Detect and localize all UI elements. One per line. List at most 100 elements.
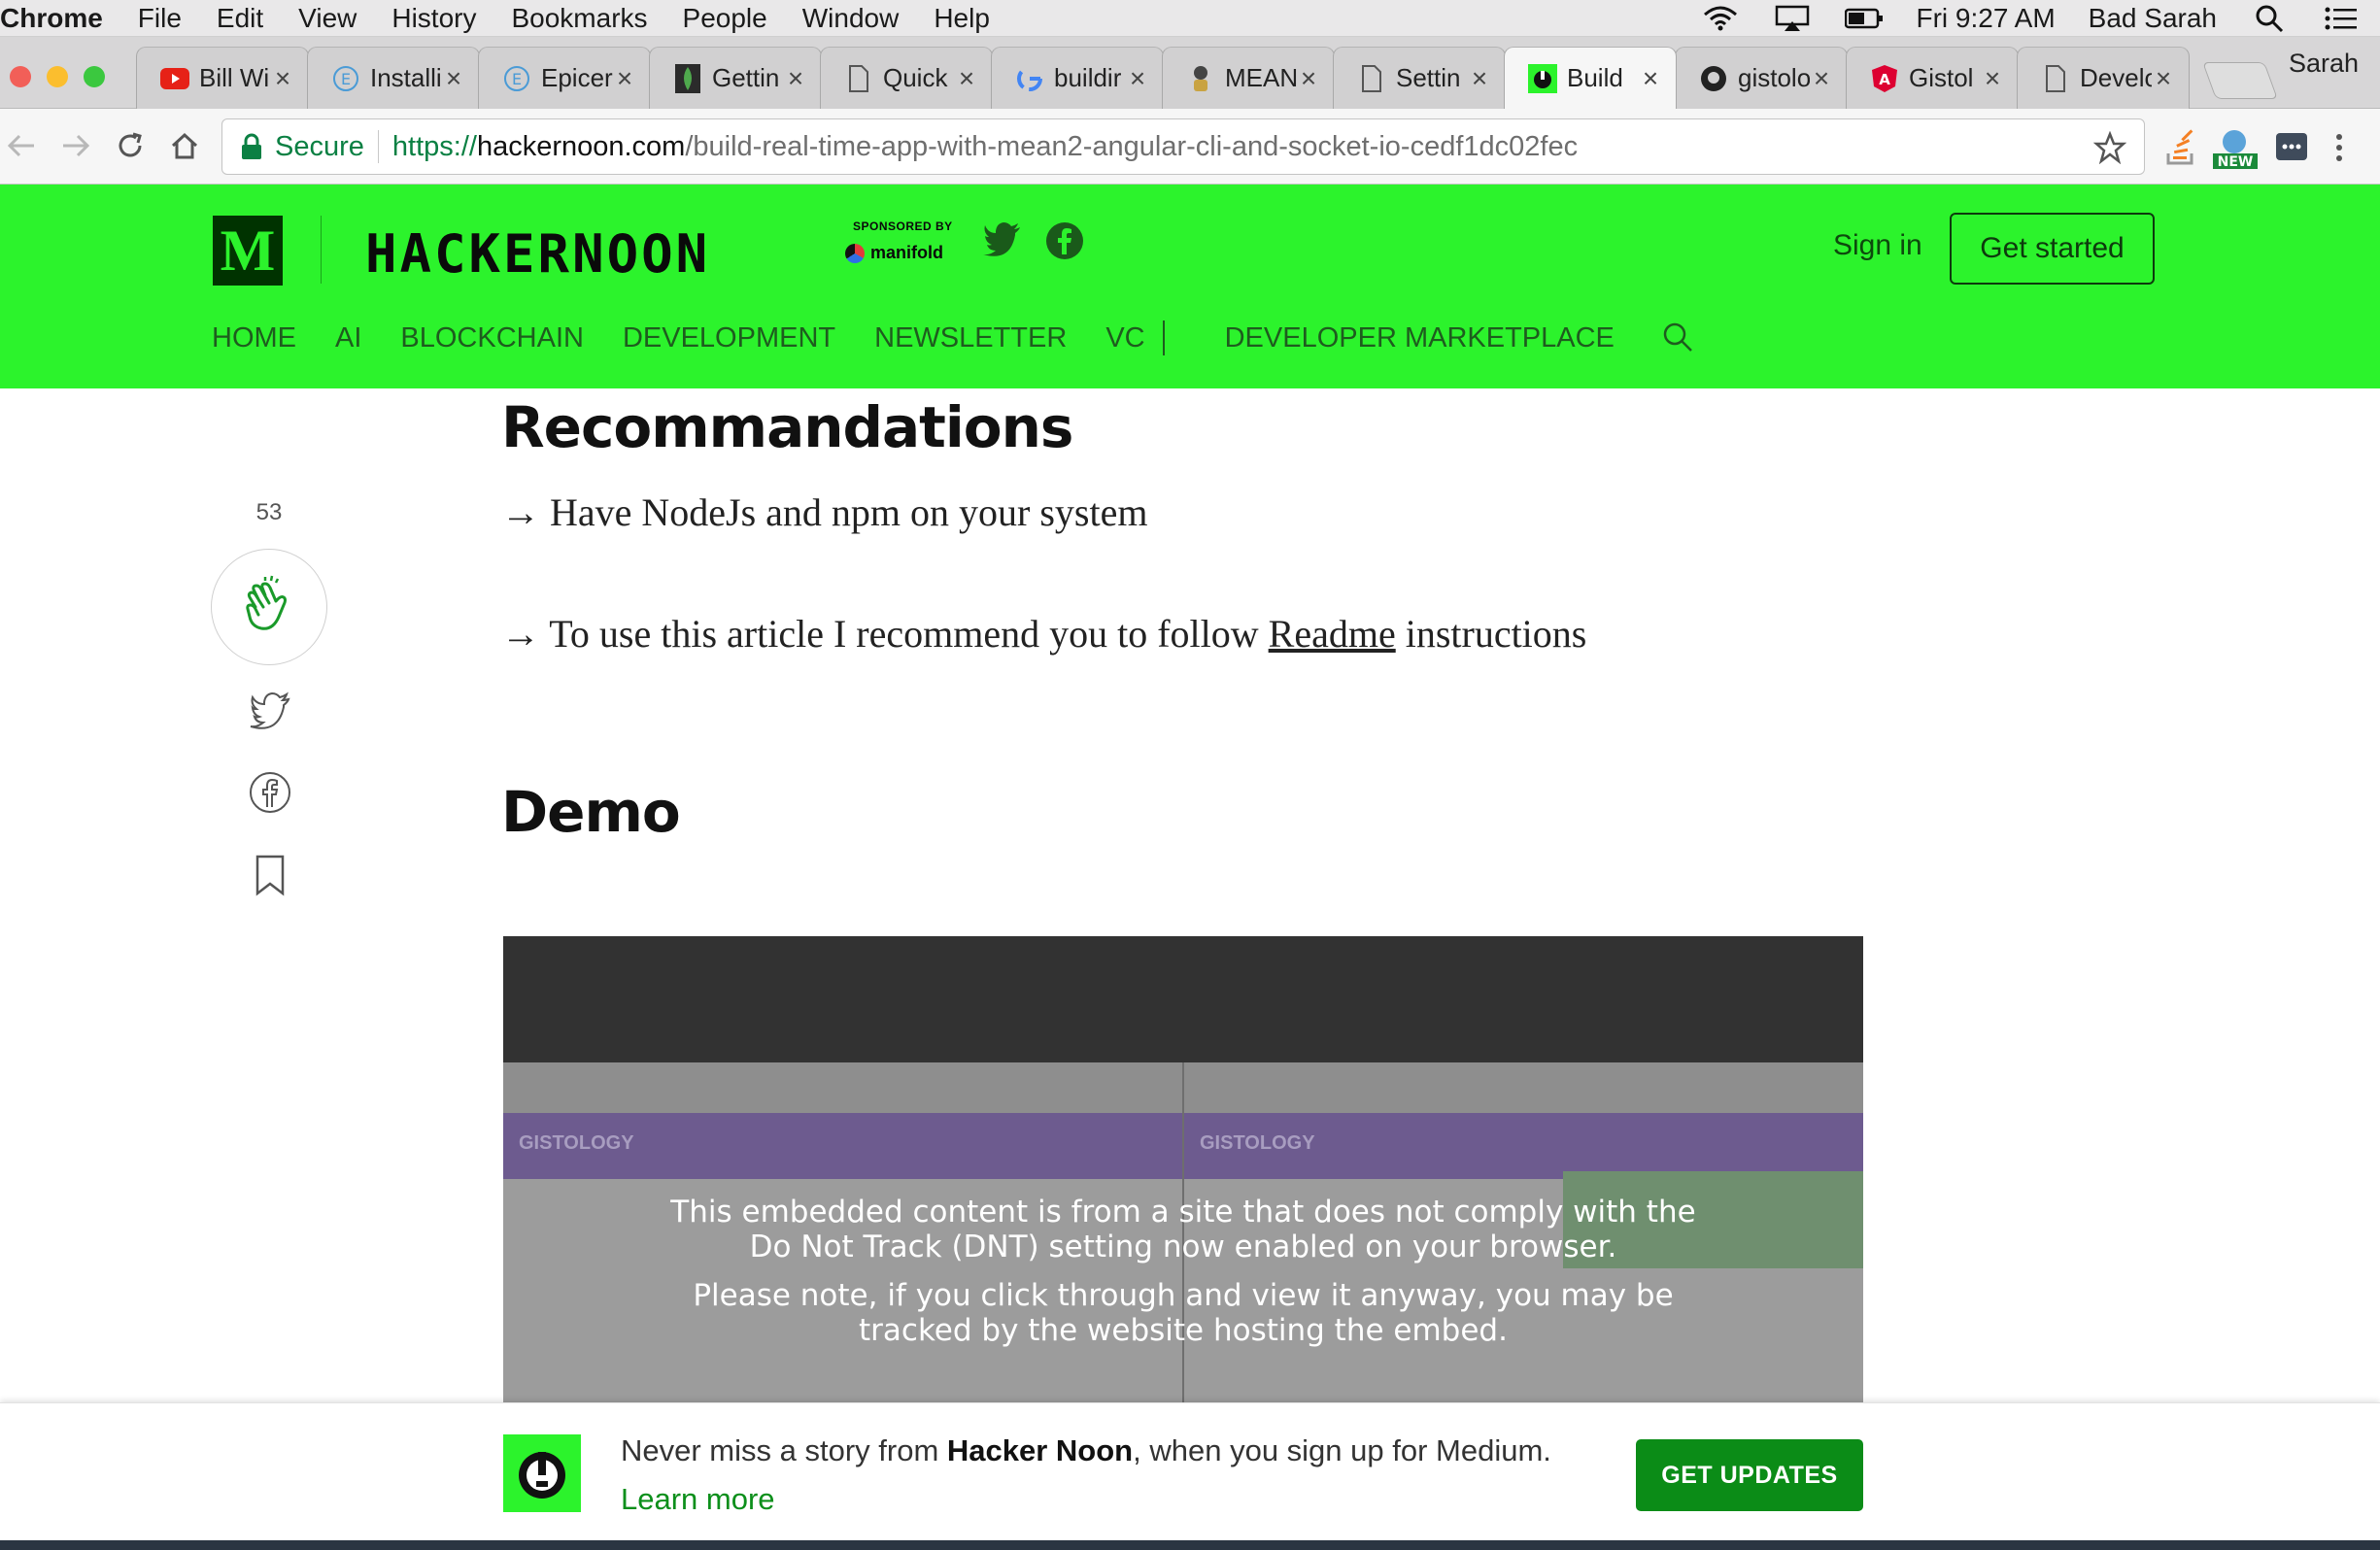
menu-app-name[interactable]: Chrome bbox=[0, 0, 120, 37]
reload-icon[interactable] bbox=[109, 124, 152, 167]
zoom-window-button[interactable] bbox=[84, 66, 105, 87]
close-tab-icon[interactable]: × bbox=[1126, 63, 1149, 94]
tab-mean[interactable]: MEAN × bbox=[1162, 47, 1335, 109]
wifi-icon[interactable] bbox=[1701, 4, 1740, 33]
readme-link[interactable]: Readme bbox=[1269, 612, 1396, 656]
embed-browser-strip bbox=[503, 1062, 1183, 1121]
airplay-icon[interactable] bbox=[1773, 4, 1812, 33]
stackoverflow-extension-icon[interactable] bbox=[2162, 128, 2201, 167]
share-twitter-icon[interactable] bbox=[248, 691, 292, 736]
tab-bill-wi[interactable]: Bill Wi × bbox=[136, 47, 309, 109]
close-tab-icon[interactable]: × bbox=[1981, 63, 2004, 94]
sign-in-link[interactable]: Sign in bbox=[1833, 229, 1922, 262]
github-icon bbox=[1699, 64, 1728, 93]
close-tab-icon[interactable]: × bbox=[955, 63, 978, 94]
mean-icon bbox=[1186, 64, 1215, 93]
menu-view[interactable]: View bbox=[281, 0, 374, 37]
line-suffix: instructions bbox=[1395, 612, 1587, 656]
chrome-menu-icon[interactable] bbox=[2329, 128, 2368, 167]
clap-hands-icon bbox=[240, 574, 298, 641]
tab-quick[interactable]: Quick × bbox=[820, 47, 993, 109]
home-icon[interactable] bbox=[163, 124, 206, 167]
chat-extension-icon[interactable] bbox=[2273, 128, 2312, 167]
minimize-window-button[interactable] bbox=[47, 66, 68, 87]
forward-arrow-icon[interactable] bbox=[54, 124, 97, 167]
close-tab-icon[interactable]: × bbox=[2152, 63, 2175, 94]
clap-button[interactable] bbox=[211, 549, 327, 665]
close-tab-icon[interactable]: × bbox=[613, 63, 636, 94]
mongodb-leaf-icon bbox=[673, 63, 702, 93]
tab-gettin[interactable]: Gettin × bbox=[649, 47, 822, 109]
nav-ai[interactable]: AI bbox=[335, 322, 361, 354]
tab-title: Build bbox=[1567, 63, 1623, 92]
menu-window[interactable]: Window bbox=[785, 0, 917, 37]
close-tab-icon[interactable]: × bbox=[271, 63, 294, 94]
angular-icon: A bbox=[1870, 64, 1899, 93]
get-started-button[interactable]: Get started bbox=[1950, 213, 2155, 285]
bookmark-star-icon[interactable] bbox=[2092, 130, 2127, 165]
nav-vc[interactable]: VC bbox=[1105, 322, 1144, 354]
close-tab-icon[interactable]: × bbox=[1810, 63, 1833, 94]
battery-icon[interactable] bbox=[1844, 4, 1884, 33]
medium-logo[interactable]: M bbox=[213, 216, 283, 286]
url-scheme: https:// bbox=[391, 130, 477, 162]
menu-edit[interactable]: Edit bbox=[199, 0, 281, 37]
close-window-button[interactable] bbox=[10, 66, 31, 87]
new-extension-icon[interactable]: NEW bbox=[2211, 128, 2260, 170]
close-tab-icon[interactable]: × bbox=[1297, 63, 1320, 94]
notification-center-icon[interactable] bbox=[2322, 4, 2361, 33]
secure-label[interactable]: Secure bbox=[275, 131, 364, 163]
facebook-icon[interactable] bbox=[1045, 221, 1084, 260]
nav-home[interactable]: HOME bbox=[212, 322, 296, 354]
learn-more-link[interactable]: Learn more bbox=[621, 1482, 775, 1516]
dock-edge bbox=[0, 1540, 2380, 1550]
search-icon[interactable] bbox=[1661, 320, 1696, 355]
close-tab-icon[interactable]: × bbox=[784, 63, 807, 94]
tab-buildir[interactable]: buildir × bbox=[991, 47, 1164, 109]
nav-newsletter[interactable]: NEWSLETTER bbox=[874, 322, 1067, 354]
twitter-icon[interactable] bbox=[983, 221, 1022, 260]
tab-installi[interactable]: E Installi × bbox=[307, 47, 480, 109]
menubar-user[interactable]: Bad Sarah bbox=[2089, 3, 2217, 34]
hackernoon-wordmark[interactable]: HACKERNOON bbox=[365, 223, 710, 285]
menu-file[interactable]: File bbox=[120, 0, 199, 37]
hackernoon-logo-icon[interactable] bbox=[503, 1434, 581, 1512]
lock-icon[interactable] bbox=[240, 133, 263, 160]
nav-development[interactable]: DEVELOPMENT bbox=[623, 322, 835, 354]
profile-name[interactable]: Sarah bbox=[2289, 49, 2359, 79]
menu-people[interactable]: People bbox=[665, 0, 785, 37]
embed-app-label: GISTOLOGY bbox=[1200, 1132, 1315, 1154]
get-updates-button[interactable]: GET UPDATES bbox=[1636, 1439, 1863, 1511]
tab-title: buildir bbox=[1054, 63, 1122, 92]
tab-develo[interactable]: Develo × bbox=[2017, 47, 2190, 109]
close-tab-icon[interactable]: × bbox=[1639, 63, 1662, 94]
new-tab-button[interactable] bbox=[2202, 62, 2278, 99]
e-circle-icon: E bbox=[502, 64, 531, 93]
share-facebook-icon[interactable] bbox=[248, 770, 292, 815]
close-tab-icon[interactable]: × bbox=[442, 63, 465, 94]
tab-build-active[interactable]: Build × bbox=[1504, 47, 1677, 109]
sponsor-name: manifold bbox=[870, 243, 943, 262]
browser-tab-strip: Bill Wi × E Installi × E Epicer × Gettin… bbox=[0, 37, 2380, 109]
menu-bookmarks[interactable]: Bookmarks bbox=[493, 0, 664, 37]
back-arrow-icon[interactable] bbox=[0, 124, 43, 167]
address-bar[interactable]: Secure https:// hackernoon.com /build-re… bbox=[221, 118, 2145, 175]
nav-blockchain[interactable]: BLOCKCHAIN bbox=[400, 322, 584, 354]
tab-title: MEAN bbox=[1225, 63, 1297, 92]
menu-history[interactable]: History bbox=[374, 0, 493, 37]
nav-developer-marketplace[interactable]: DEVELOPER MARKETPLACE bbox=[1225, 322, 1615, 354]
menubar-clock[interactable]: Fri 9:27 AM bbox=[1917, 3, 2056, 34]
embed-browser-strip bbox=[1184, 1062, 1863, 1121]
bookmark-icon[interactable] bbox=[248, 853, 292, 897]
tab-settin[interactable]: Settin × bbox=[1333, 47, 1506, 109]
spotlight-search-icon[interactable] bbox=[2250, 4, 2289, 33]
sponsor-manifold[interactable]: manifold bbox=[845, 243, 943, 263]
close-tab-icon[interactable]: × bbox=[1468, 63, 1491, 94]
tab-gistol[interactable]: A Gistol × bbox=[1846, 47, 2019, 109]
menu-help[interactable]: Help bbox=[916, 0, 1007, 37]
embedded-media[interactable]: GISTOLOGY GISTOLOGY This embedded conten… bbox=[503, 936, 1863, 1406]
tab-gistolo[interactable]: gistolo × bbox=[1675, 47, 1848, 109]
banner-message: Never miss a story from Hacker Noon, whe… bbox=[621, 1427, 1592, 1524]
tab-epicer[interactable]: E Epicer × bbox=[478, 47, 651, 109]
nav-divider bbox=[1162, 320, 1165, 355]
